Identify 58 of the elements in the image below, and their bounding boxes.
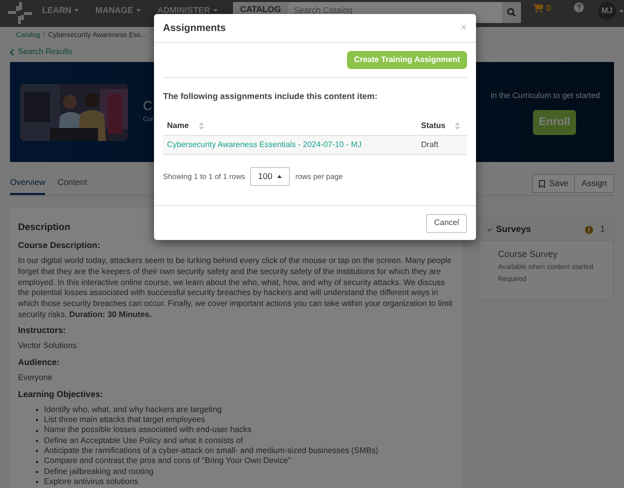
objective-text: Compare and contrast the pros and cons of "Bring Your Own Device" (44, 456, 291, 467)
close-button[interactable]: × (460, 22, 467, 34)
help-icon[interactable] (574, 2, 584, 13)
alert-icon (584, 226, 593, 234)
description-text: Everyone (18, 373, 54, 384)
objective-text: Name the possible losses associated with end-user hacks (44, 425, 252, 436)
sort-icon[interactable] (198, 122, 204, 130)
assignment-link[interactable]: Cybersecurity Awareness Essentials - 2024-07-10 - MJ (167, 140, 362, 150)
cart-button[interactable]: 0 (533, 2, 552, 16)
objective-text: Define an Acceptable Use Policy and what it consists of (44, 436, 243, 446)
user-menu[interactable]: MJ (598, 2, 624, 20)
objective-text: Define jailbreaking and rooting (44, 466, 154, 477)
logo-icon[interactable] (8, 2, 32, 24)
nav-menu[interactable]: ADMINISTER (154, 5, 222, 15)
caret-icon (136, 8, 142, 12)
status-cell: Draft (417, 136, 467, 155)
sort-icon[interactable] (455, 122, 460, 130)
caret-icon (277, 175, 282, 178)
objective-text: List three main attacks that target employees (44, 415, 206, 426)
action-button[interactable]: Assign (574, 174, 614, 193)
section-label: Audience: (18, 357, 60, 368)
dialog-intro-text: The following assignments include this content item: (163, 90, 378, 103)
survey-name[interactable]: Course Survey (498, 248, 613, 262)
survey-count: 1 (600, 222, 605, 236)
cancel-button[interactable]: Cancel (426, 214, 467, 232)
section-label: Learning Objectives: (18, 388, 104, 400)
objective-text: Explore antivirus solutions (44, 476, 138, 488)
bookmark-icon (539, 180, 546, 188)
section-label: Course Description: (18, 240, 100, 252)
nav-menu[interactable]: LEARN (39, 5, 82, 15)
section-label: Instructors: (18, 325, 66, 336)
enroll-prompt: in the Curriculum to get started (490, 90, 600, 102)
create-assignment-button[interactable]: Create Training Assignment (347, 51, 467, 69)
caret-icon (213, 8, 218, 12)
enroll-button[interactable]: Enroll (533, 110, 576, 134)
user-avatar: MJ (598, 2, 616, 20)
surveys-title: Surveys (496, 222, 532, 236)
course-title: C (143, 97, 154, 116)
back-link[interactable]: Search Results (10, 46, 72, 58)
dialog-title: Assignments (163, 22, 226, 36)
chevron-left-icon (10, 48, 14, 56)
column-header[interactable]: Status (417, 116, 467, 136)
chevron-icon[interactable] (487, 228, 492, 232)
tab[interactable]: Content (57, 172, 88, 195)
description-text: In our digital world today, attackers seem to be lurking behind every click of the mouse or tap on the screen. Many people forget that they are the keepers of their own security safety and the security safety of the institutions for which they are employed. In this interactive online course, we learn about the who, what, how, and why of security attacks. We discuss the potential losses associated with successful security breaches by hackers and will understand the different ways in which those security breaches can occur. Finally, we cover important actions you can take within your organization to limit security risks. Duration: 30 Minutes. (18, 256, 454, 320)
column-header[interactable]: Name (163, 116, 417, 136)
page-size-select[interactable]: 100 (250, 167, 290, 186)
search-icon (506, 8, 516, 17)
caret-icon (619, 10, 624, 12)
objective-text: Anticipate the ramifications of a cyber-attack on small- and medium-sized businesses (SMBs) (44, 446, 378, 456)
description-text: Vector Solutions (18, 341, 78, 352)
action-button[interactable]: Save (532, 174, 576, 193)
search-button[interactable] (502, 2, 522, 23)
nav-menu[interactable]: MANAGE (92, 5, 144, 15)
caret-icon (74, 8, 80, 12)
description-heading: Description (18, 221, 70, 235)
cart-icon (533, 4, 544, 14)
objective-text: Identify who, what, and why hackers are targeting (44, 404, 222, 416)
